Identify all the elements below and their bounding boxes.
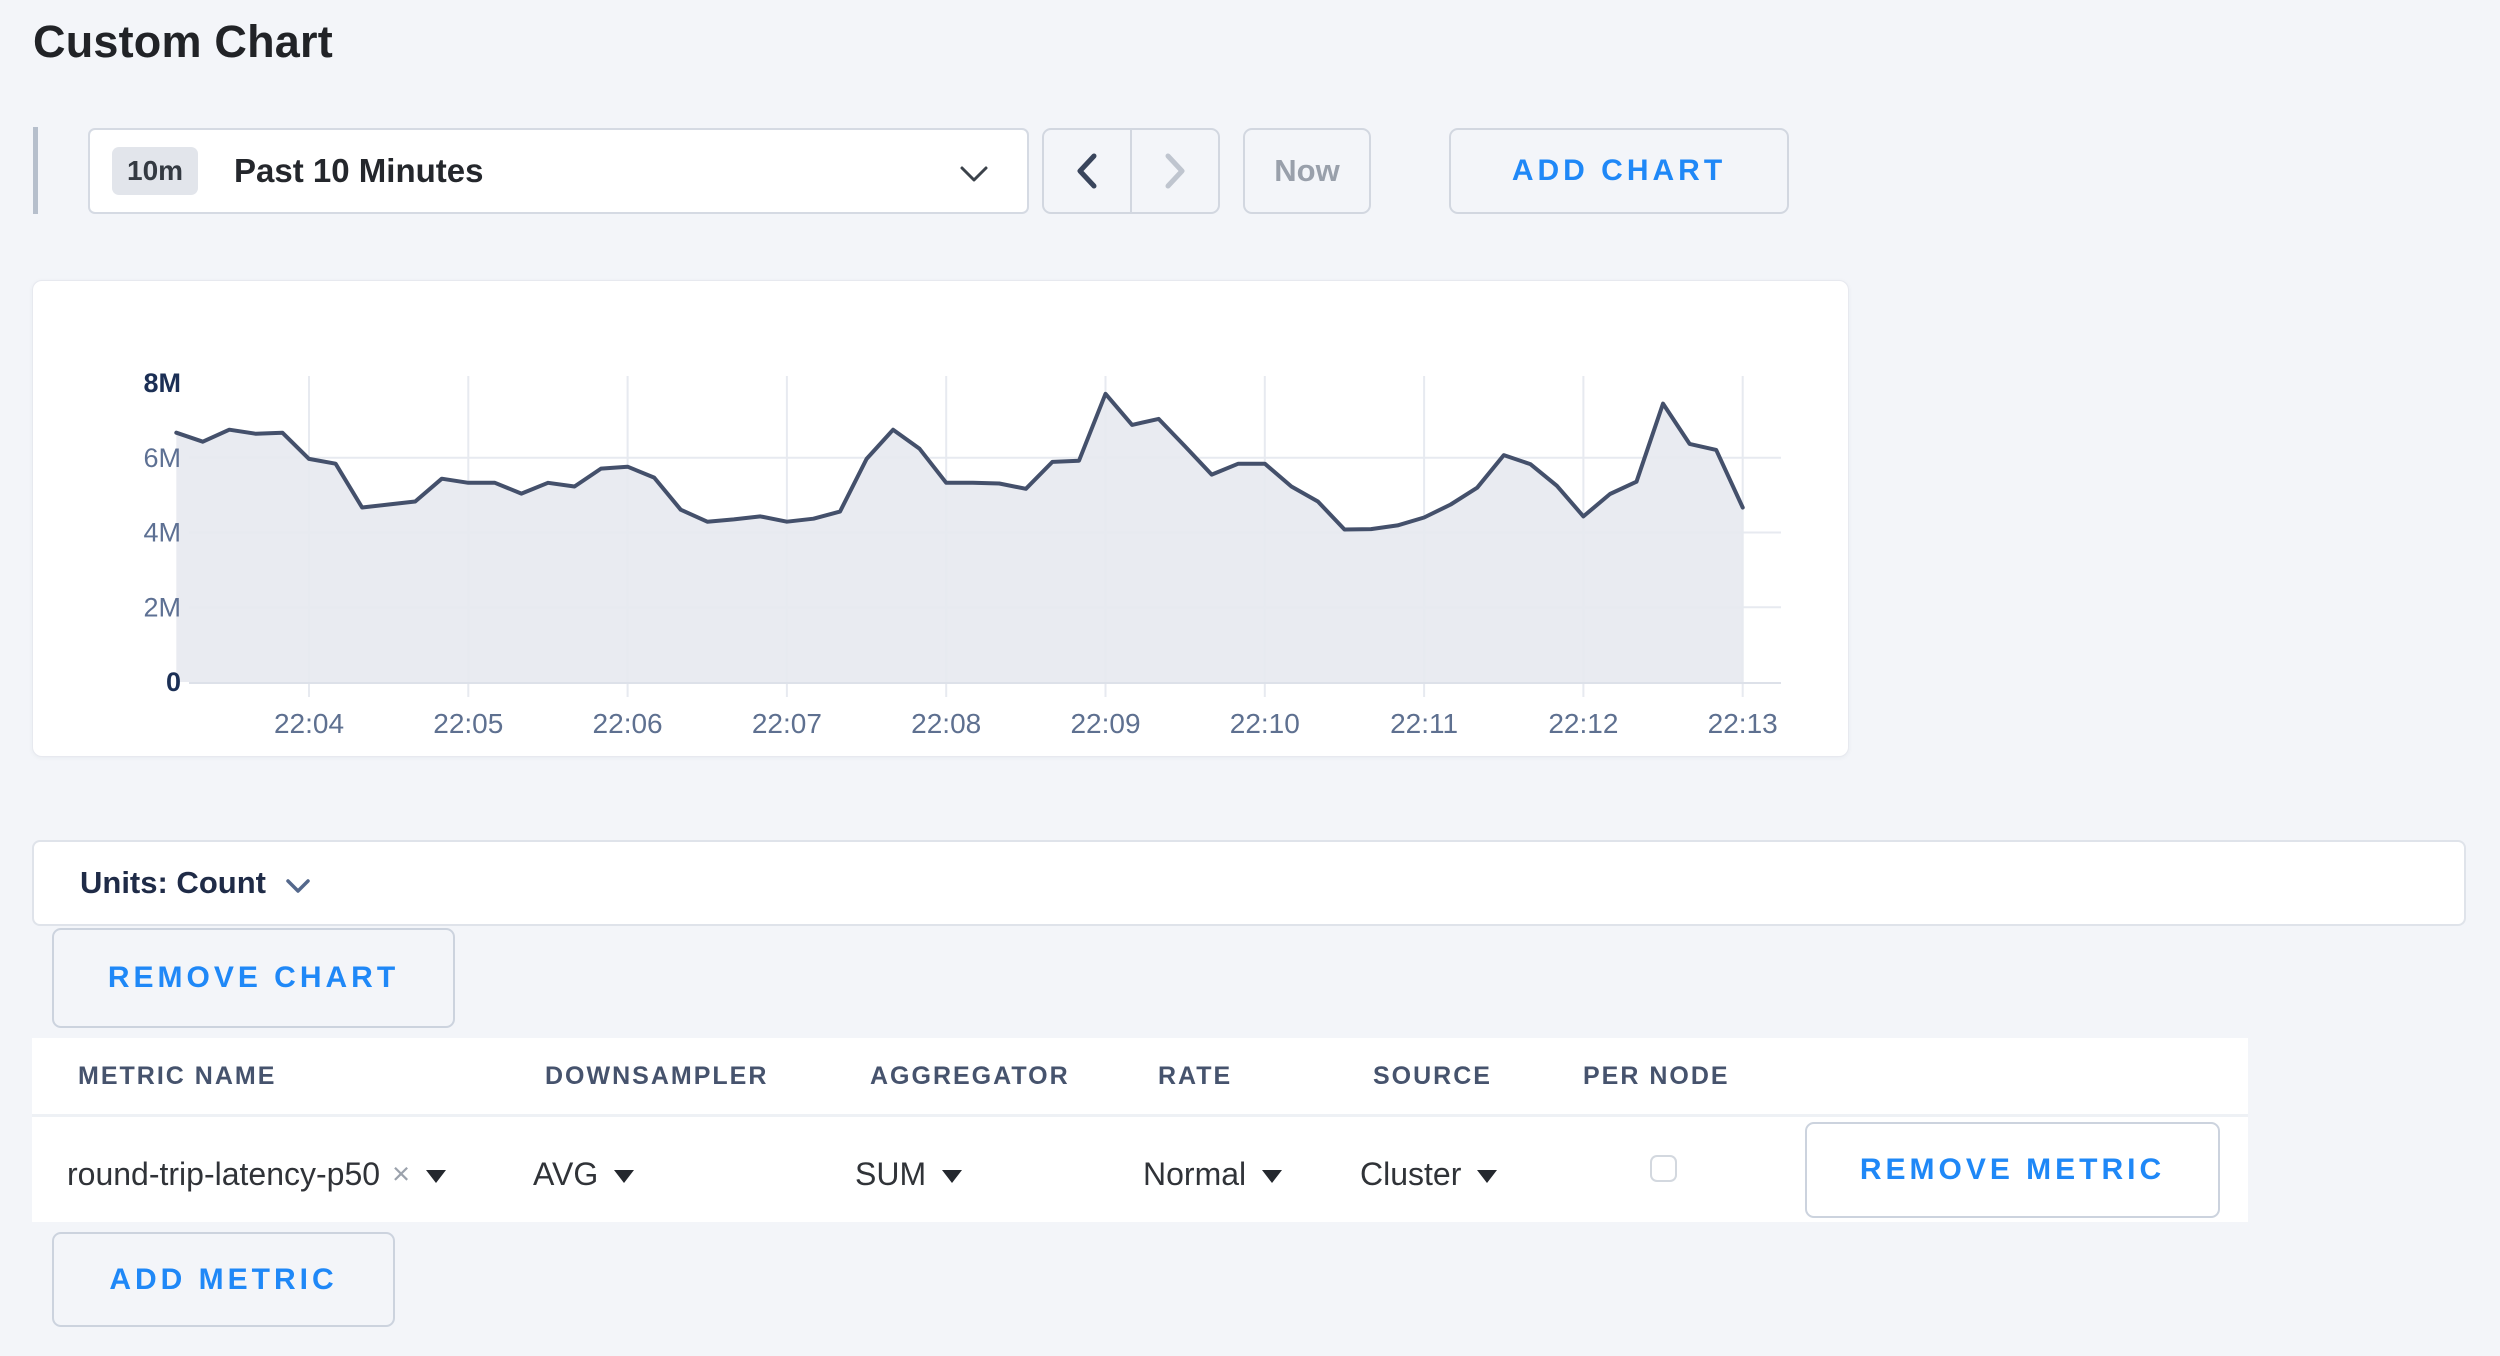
x-tick-label: 22:05	[433, 708, 503, 739]
metrics-table: METRIC NAME DOWNSAMPLER AGGREGATOR RATE …	[32, 1038, 2248, 1222]
chevron-down-icon	[286, 879, 310, 894]
units-dropdown[interactable]: Units: Count	[32, 840, 2466, 926]
next-range-button[interactable]	[1132, 130, 1218, 212]
chevron-right-icon	[1160, 148, 1190, 194]
col-header-metric-name: METRIC NAME	[78, 1062, 276, 1091]
x-tick-label: 22:12	[1548, 708, 1618, 739]
series-area	[176, 394, 1742, 682]
y-tick-label: 6M	[143, 443, 181, 473]
time-range-label: Past 10 Minutes	[234, 152, 483, 190]
rate-value: Normal	[1143, 1156, 1246, 1193]
rate-select[interactable]: Normal	[1143, 1150, 1282, 1198]
y-tick-label: 4M	[143, 518, 181, 548]
col-header-downsampler: DOWNSAMPLER	[545, 1062, 768, 1091]
y-tick-label: 8M	[143, 368, 181, 398]
add-metric-button[interactable]: ADD METRIC	[52, 1232, 395, 1327]
table-divider	[32, 1114, 2248, 1117]
y-tick-label: 0	[166, 667, 181, 697]
downsampler-select[interactable]: AVG	[533, 1150, 634, 1198]
x-tick-label: 22:09	[1070, 708, 1140, 739]
aggregator-select[interactable]: SUM	[855, 1150, 962, 1198]
timeseries-chart: 0 2M 4M 6M 8M 22:04 22:05 22:06 22:07 22:08 22:09 2…	[33, 281, 1850, 758]
custom-chart-page: Custom Chart 10m Past 10 Minutes Now ADD…	[0, 0, 2500, 1356]
clear-metric-icon[interactable]: ×	[392, 1156, 410, 1192]
x-tick-label: 22:06	[593, 708, 663, 739]
now-button[interactable]: Now	[1243, 128, 1371, 214]
col-header-source: SOURCE	[1373, 1062, 1492, 1091]
triangle-down-icon	[426, 1170, 446, 1183]
col-header-aggregator: AGGREGATOR	[870, 1062, 1070, 1091]
aggregator-value: SUM	[855, 1156, 926, 1193]
toolbar-accent-bar	[33, 127, 38, 214]
x-tick-label: 22:04	[274, 708, 344, 739]
per-node-checkbox[interactable]	[1650, 1155, 1677, 1182]
remove-metric-button[interactable]: REMOVE METRIC	[1805, 1122, 2220, 1218]
source-value: Cluster	[1360, 1156, 1461, 1193]
add-chart-button[interactable]: ADD CHART	[1449, 128, 1789, 214]
x-tick-label: 22:07	[752, 708, 822, 739]
time-range-pager	[1042, 128, 1220, 214]
triangle-down-icon	[614, 1170, 634, 1183]
triangle-down-icon	[942, 1170, 962, 1183]
chevron-down-icon	[959, 164, 989, 184]
col-header-rate: RATE	[1158, 1062, 1232, 1091]
y-tick-label: 2M	[143, 592, 181, 622]
chart-card: 0 2M 4M 6M 8M 22:04 22:05 22:06 22:07 22:08 22:09 2…	[32, 280, 1849, 757]
metric-name-select[interactable]: round-trip-latency-p50 ×	[67, 1150, 446, 1198]
triangle-down-icon	[1477, 1170, 1497, 1183]
prev-range-button[interactable]	[1044, 130, 1132, 212]
chevron-left-icon	[1072, 148, 1102, 194]
col-header-per-node: PER NODE	[1583, 1062, 1730, 1091]
metric-name-value: round-trip-latency-p50	[67, 1156, 380, 1193]
x-tick-label: 22:10	[1230, 708, 1300, 739]
units-label: Units: Count	[80, 865, 266, 901]
x-tick-label: 22:13	[1708, 708, 1778, 739]
source-select[interactable]: Cluster	[1360, 1150, 1497, 1198]
time-range-dropdown[interactable]: 10m Past 10 Minutes	[88, 128, 1029, 214]
remove-chart-button[interactable]: REMOVE CHART	[52, 928, 455, 1028]
x-tick-label: 22:08	[911, 708, 981, 739]
downsampler-value: AVG	[533, 1156, 598, 1193]
time-range-badge: 10m	[112, 147, 198, 195]
x-tick-label: 22:11	[1390, 708, 1458, 739]
page-title: Custom Chart	[33, 16, 333, 68]
triangle-down-icon	[1262, 1170, 1282, 1183]
